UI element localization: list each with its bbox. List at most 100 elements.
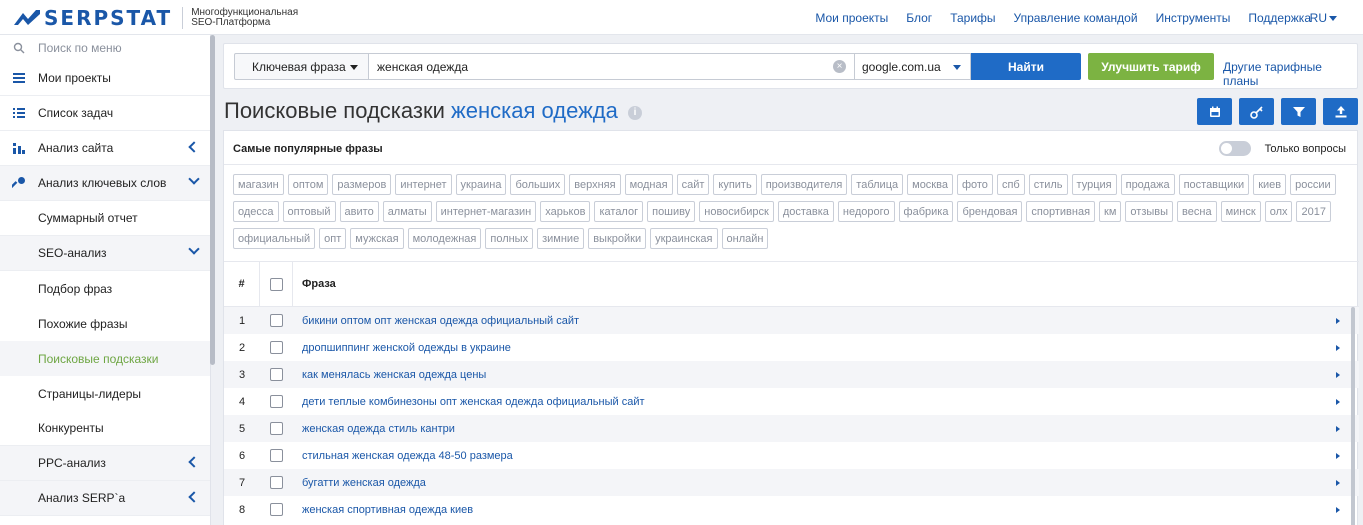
sidebar-item-top-pages[interactable]: Страницы-лидеры xyxy=(0,376,210,411)
phrase-tag[interactable]: 2017 xyxy=(1296,201,1331,222)
nav-blog[interactable]: Блог xyxy=(906,11,932,25)
expand-arrow-icon[interactable] xyxy=(1336,507,1340,513)
column-header-number[interactable]: # xyxy=(224,262,260,306)
sidebar-item-similar-phrases[interactable]: Похожие фразы xyxy=(0,306,210,341)
phrase-tag[interactable]: отзывы xyxy=(1125,201,1174,222)
nav-my-projects[interactable]: Мои проекты xyxy=(815,11,888,25)
phrase-tag[interactable]: км xyxy=(1099,201,1122,222)
phrase-tag[interactable]: спортивная xyxy=(1026,201,1096,222)
sidebar-item-competitors[interactable]: Конкуренты xyxy=(0,411,210,446)
phrase-tag[interactable]: украина xyxy=(455,174,507,195)
phrase-tag[interactable]: недорого xyxy=(837,201,895,222)
phrase-tag[interactable]: купить xyxy=(713,174,757,195)
expand-arrow-icon[interactable] xyxy=(1336,318,1340,324)
phrase-tag[interactable]: оптом xyxy=(287,174,329,195)
row-phrase-link[interactable]: женская одежда стиль кантри xyxy=(302,423,455,435)
sidebar-item-keyword-analysis[interactable]: Анализ ключевых слов xyxy=(0,166,210,201)
sidebar-item-ppc-analysis[interactable]: PPC-анализ xyxy=(0,446,210,481)
row-checkbox[interactable] xyxy=(270,449,283,462)
phrase-tag[interactable]: доставка xyxy=(777,201,834,222)
phrase-tag[interactable]: фото xyxy=(956,174,993,195)
column-header-phrase[interactable]: Фраза xyxy=(293,262,1359,306)
phrase-tag[interactable]: москва xyxy=(907,174,953,195)
key-tool-button[interactable] xyxy=(1239,98,1274,125)
export-button[interactable] xyxy=(1323,98,1358,125)
row-checkbox[interactable] xyxy=(270,368,283,381)
nav-tools[interactable]: Инструменты xyxy=(1156,11,1231,25)
phrase-tag[interactable]: турция xyxy=(1071,174,1117,195)
row-checkbox[interactable] xyxy=(270,341,283,354)
expand-arrow-icon[interactable] xyxy=(1336,426,1340,432)
sidebar-item-summary-report[interactable]: Суммарный отчет xyxy=(0,201,210,236)
row-phrase-link[interactable]: как менялась женская одежда цены xyxy=(302,369,486,381)
sidebar-item-phrase-selection[interactable]: Подбор фраз xyxy=(0,271,210,306)
phrase-tag[interactable]: минск xyxy=(1220,201,1261,222)
row-checkbox[interactable] xyxy=(270,476,283,489)
expand-arrow-icon[interactable] xyxy=(1336,399,1340,405)
phrase-tag[interactable]: одесса xyxy=(233,201,279,222)
phrase-tag[interactable]: весна xyxy=(1177,201,1217,222)
expand-arrow-icon[interactable] xyxy=(1336,345,1340,351)
row-phrase-link[interactable]: дети теплые комбинезоны опт женская одеж… xyxy=(302,396,645,408)
sidebar-item-search-suggestions[interactable]: Поисковые подсказки xyxy=(0,341,210,376)
phrase-tag[interactable]: киев xyxy=(1253,174,1287,195)
phrase-tag[interactable]: молодежная xyxy=(407,228,482,249)
phrase-tag[interactable]: пошиву xyxy=(647,201,696,222)
upgrade-plan-button[interactable]: Улучшить тариф xyxy=(1088,53,1214,80)
expand-arrow-icon[interactable] xyxy=(1336,480,1340,486)
phrase-tag[interactable]: продажа xyxy=(1120,174,1175,195)
phrase-tag[interactable]: верхняя xyxy=(569,174,621,195)
row-phrase-link[interactable]: бугатти женская одежда xyxy=(302,477,426,489)
row-checkbox[interactable] xyxy=(270,422,283,435)
row-checkbox[interactable] xyxy=(270,503,283,516)
expand-arrow-icon[interactable] xyxy=(1336,372,1340,378)
phrase-tag[interactable]: мужская xyxy=(350,228,404,249)
row-checkbox[interactable] xyxy=(270,395,283,408)
phrase-tag[interactable]: брендовая xyxy=(957,201,1023,222)
phrase-tag[interactable]: опт xyxy=(319,228,347,249)
phrase-tag[interactable]: больших xyxy=(510,174,566,195)
table-scrollbar[interactable] xyxy=(1351,307,1355,525)
phrase-tag[interactable]: стиль xyxy=(1028,174,1068,195)
phrase-tag[interactable]: магазин xyxy=(233,174,284,195)
nav-team-management[interactable]: Управление командой xyxy=(1014,11,1138,25)
row-phrase-link[interactable]: дропшиппинг женской одежды в украине xyxy=(302,342,511,354)
phrase-tag[interactable]: таблица xyxy=(851,174,904,195)
row-phrase-link[interactable]: бикини оптом опт женская одежда официаль… xyxy=(302,315,579,327)
nav-support[interactable]: Поддержка xyxy=(1248,11,1311,25)
phrase-tag[interactable]: модная xyxy=(624,174,673,195)
phrase-tag[interactable]: выкройки xyxy=(588,228,647,249)
phrase-tag[interactable]: каталог xyxy=(594,201,644,222)
info-icon[interactable]: i xyxy=(628,106,642,120)
phrase-tag[interactable]: оптовый xyxy=(282,201,336,222)
filter-button[interactable] xyxy=(1281,98,1316,125)
phrase-tag[interactable]: производителя xyxy=(760,174,848,195)
phrase-tag[interactable]: официальный xyxy=(233,228,316,249)
nav-pricing[interactable]: Тарифы xyxy=(950,11,995,25)
phrase-tag[interactable]: онлайн xyxy=(721,228,769,249)
questions-only-toggle[interactable] xyxy=(1219,141,1251,156)
phrase-tag[interactable]: поставщики xyxy=(1178,174,1250,195)
phrase-tag[interactable]: размеров xyxy=(332,174,392,195)
sidebar-item-seo-analysis[interactable]: SEO-анализ xyxy=(0,236,210,271)
calendar-button[interactable] xyxy=(1197,98,1232,125)
phrase-tag[interactable]: олх xyxy=(1264,201,1293,222)
sidebar-item-task-list[interactable]: Список задач xyxy=(0,96,210,131)
phrase-tag[interactable]: авито xyxy=(339,201,379,222)
phrase-tag[interactable]: интернет xyxy=(395,174,452,195)
phrase-tag[interactable]: сайт xyxy=(676,174,710,195)
phrase-tag[interactable]: полных xyxy=(485,228,534,249)
database-select[interactable]: google.com.ua xyxy=(854,53,971,80)
sidebar-item-serp-analysis[interactable]: Анализ SERP`a xyxy=(0,481,210,516)
phrase-tag[interactable]: россии xyxy=(1290,174,1336,195)
row-phrase-link[interactable]: стильная женская одежда 48-50 размера xyxy=(302,450,513,462)
phrase-tag[interactable]: новосибирск xyxy=(699,201,774,222)
sidebar-item-site-analysis[interactable]: Анализ сайта xyxy=(0,131,210,166)
phrase-tag[interactable]: зимние xyxy=(537,228,585,249)
phrase-tag[interactable]: алматы xyxy=(382,201,432,222)
search-mode-select[interactable]: Ключевая фраза xyxy=(234,53,369,80)
row-checkbox[interactable] xyxy=(270,314,283,327)
find-button[interactable]: Найти xyxy=(971,53,1081,80)
row-phrase-link[interactable]: женская спортивная одежда киев xyxy=(302,504,473,516)
phrase-tag[interactable]: украинская xyxy=(650,228,718,249)
